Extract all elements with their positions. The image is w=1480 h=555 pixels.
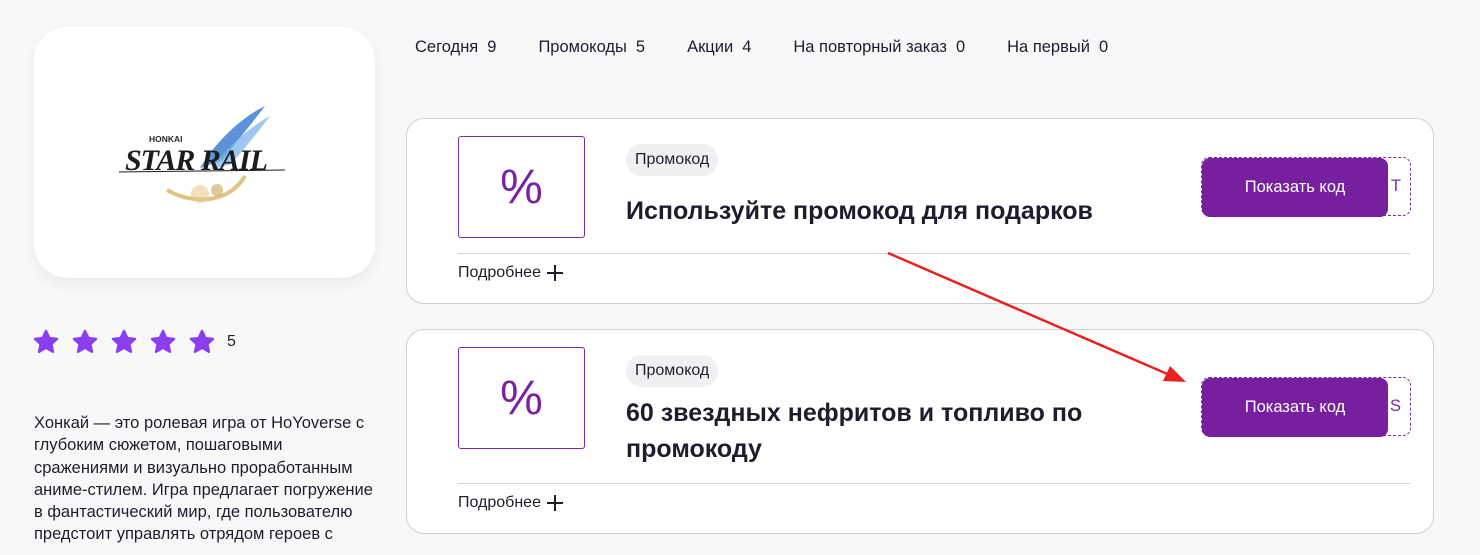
filter-tabs: Сегодня 9 Промокоды 5 Акции 4 На повторн… bbox=[415, 36, 1150, 58]
star-icon bbox=[72, 329, 98, 353]
tab-label: На повторный заказ bbox=[793, 37, 947, 56]
plus-icon bbox=[546, 265, 563, 281]
tab-label: Акции bbox=[687, 37, 734, 56]
offer-title: 60 звездных нефритов и топливо по промок… bbox=[626, 399, 1083, 463]
tab-today[interactable]: Сегодня 9 bbox=[415, 38, 496, 57]
offer-type-badge: Промокод bbox=[626, 144, 719, 176]
tab-promocodes[interactable]: Промокоды 5 bbox=[538, 38, 645, 57]
tab-label: Промокоды bbox=[538, 37, 627, 56]
store-description: Хонкай — это ролевая игра от HoYoverse с… bbox=[34, 414, 373, 544]
show-code-button[interactable]: Показать код bbox=[1202, 378, 1388, 437]
tab-count: 4 bbox=[742, 37, 752, 56]
percent-icon: % bbox=[458, 136, 585, 238]
details-toggle[interactable]: Подробнее bbox=[458, 264, 563, 282]
tab-count: 0 bbox=[1098, 37, 1109, 56]
percent-icon: % bbox=[458, 347, 585, 449]
tab-promotions[interactable]: Акции 4 bbox=[687, 38, 751, 57]
tab-repeat-order[interactable]: На повторный заказ 0 bbox=[793, 38, 965, 57]
page: HONKAI STAR RAIL 5 Хонкай — это ролевая … bbox=[0, 0, 1480, 555]
tab-count: 0 bbox=[955, 37, 966, 56]
tab-count: 5 bbox=[635, 37, 646, 56]
details-label: Подробнее bbox=[458, 494, 541, 511]
star-icon bbox=[111, 329, 137, 353]
logo-top-text: HONKAI bbox=[149, 134, 183, 144]
rating: 5 bbox=[32, 326, 236, 358]
tab-first-order[interactable]: На первый 0 bbox=[1007, 38, 1108, 57]
promo-code-reveal[interactable]: T Показать код bbox=[1201, 157, 1411, 217]
store-logo-card: HONKAI STAR RAIL bbox=[34, 27, 375, 278]
tab-count: 9 bbox=[487, 37, 497, 56]
promo-code-reveal[interactable]: S Показать код bbox=[1201, 377, 1411, 437]
offer-type-badge: Промокод bbox=[626, 355, 719, 387]
show-code-button[interactable]: Показать код bbox=[1202, 158, 1388, 217]
offer-card: % Промокод Используйте промокод для пода… bbox=[406, 118, 1434, 304]
code-peek: S bbox=[1389, 397, 1401, 415]
star-icon bbox=[33, 329, 59, 353]
code-peek: T bbox=[1390, 177, 1401, 195]
tab-label: Сегодня bbox=[415, 37, 479, 56]
divider bbox=[458, 253, 1410, 254]
details-label: Подробнее bbox=[458, 264, 541, 281]
tab-label: На первый bbox=[1007, 37, 1090, 56]
divider bbox=[458, 483, 1410, 484]
offer-title: Используйте промокод для подарков bbox=[626, 197, 1093, 225]
offer-card: % Промокод 60 звездных нефритов и топлив… bbox=[406, 329, 1434, 534]
rating-value: 5 bbox=[227, 333, 236, 350]
details-toggle[interactable]: Подробнее bbox=[458, 494, 563, 512]
star-icon bbox=[150, 329, 176, 353]
plus-icon bbox=[546, 495, 563, 511]
honkai-star-rail-logo: HONKAI STAR RAIL bbox=[118, 105, 285, 203]
star-icon bbox=[189, 329, 215, 353]
